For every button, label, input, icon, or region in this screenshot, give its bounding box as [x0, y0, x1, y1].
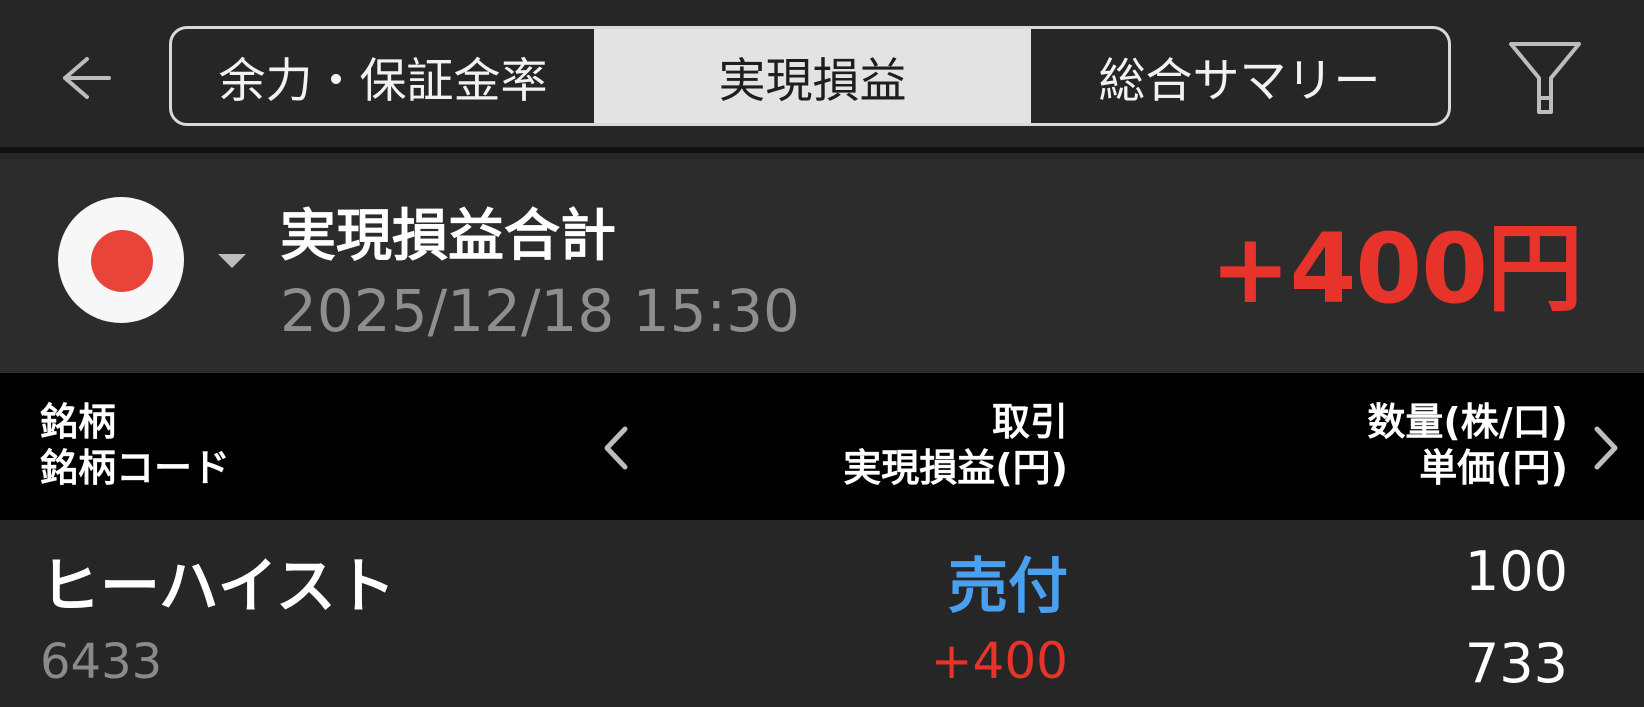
header-col-quantity: 数量(株/口) 単価(円) [1367, 399, 1568, 491]
unit-price-value: 733 [1464, 632, 1568, 695]
header-stock-code: 銘柄コード [40, 446, 231, 490]
summary-total-pnl: +400円 [1210, 213, 1583, 325]
japan-flag-icon[interactable] [58, 197, 184, 323]
summary-datetime: 2025/12/18 15:30 [280, 277, 800, 345]
chevron-left-icon [604, 426, 628, 470]
pnl-summary: 実現損益合計 2025/12/18 15:30 +400円 [0, 159, 1644, 373]
header-col-trade: 取引 実現損益(円) [843, 399, 1068, 491]
filter-icon [1509, 42, 1581, 114]
back-button[interactable] [50, 48, 120, 108]
filter-button[interactable] [1505, 38, 1585, 118]
tab-realized-pnl[interactable]: 実現損益 [594, 29, 1031, 123]
stock-code: 6433 [40, 634, 163, 690]
header-col-stock: 銘柄 銘柄コード [40, 399, 230, 491]
tab-margin-ratio[interactable]: 余力・保証金率 [172, 29, 594, 123]
caret-down-icon [218, 254, 246, 268]
header-quantity: 数量(株/口) [1367, 400, 1568, 444]
flag-sun [91, 230, 153, 292]
table-row[interactable]: ヒーハイスト 6433 売付 +400 100 733 [0, 520, 1644, 707]
columns-prev-button[interactable] [596, 420, 636, 476]
market-dropdown-button[interactable] [210, 239, 254, 283]
stock-name: ヒーハイスト [40, 552, 396, 622]
app-root: 余力・保証金率 実現損益 総合サマリー 実現損益合計 2025/12/18 15… [0, 0, 1644, 707]
table-header: 銘柄 銘柄コード 取引 実現損益(円) 数量(株/口) 単価(円) [0, 373, 1644, 520]
chevron-right-icon [1594, 426, 1618, 470]
top-bar: 余力・保証金率 実現損益 総合サマリー [0, 0, 1644, 153]
columns-next-button[interactable] [1586, 420, 1626, 476]
tab-overall-summary[interactable]: 総合サマリー [1031, 29, 1448, 123]
trade-type: 売付 [948, 552, 1068, 622]
quantity-value: 100 [1464, 540, 1568, 603]
header-stock-name: 銘柄 [40, 400, 117, 444]
summary-title: 実現損益合計 [280, 204, 616, 269]
arrow-left-icon [63, 57, 111, 99]
header-trade: 取引 [991, 400, 1068, 444]
tab-switcher: 余力・保証金率 実現損益 総合サマリー [169, 26, 1451, 126]
header-realized-pnl: 実現損益(円) [843, 446, 1068, 490]
realized-pnl-value: +400 [930, 632, 1068, 690]
header-unit-price: 単価(円) [1419, 446, 1568, 490]
